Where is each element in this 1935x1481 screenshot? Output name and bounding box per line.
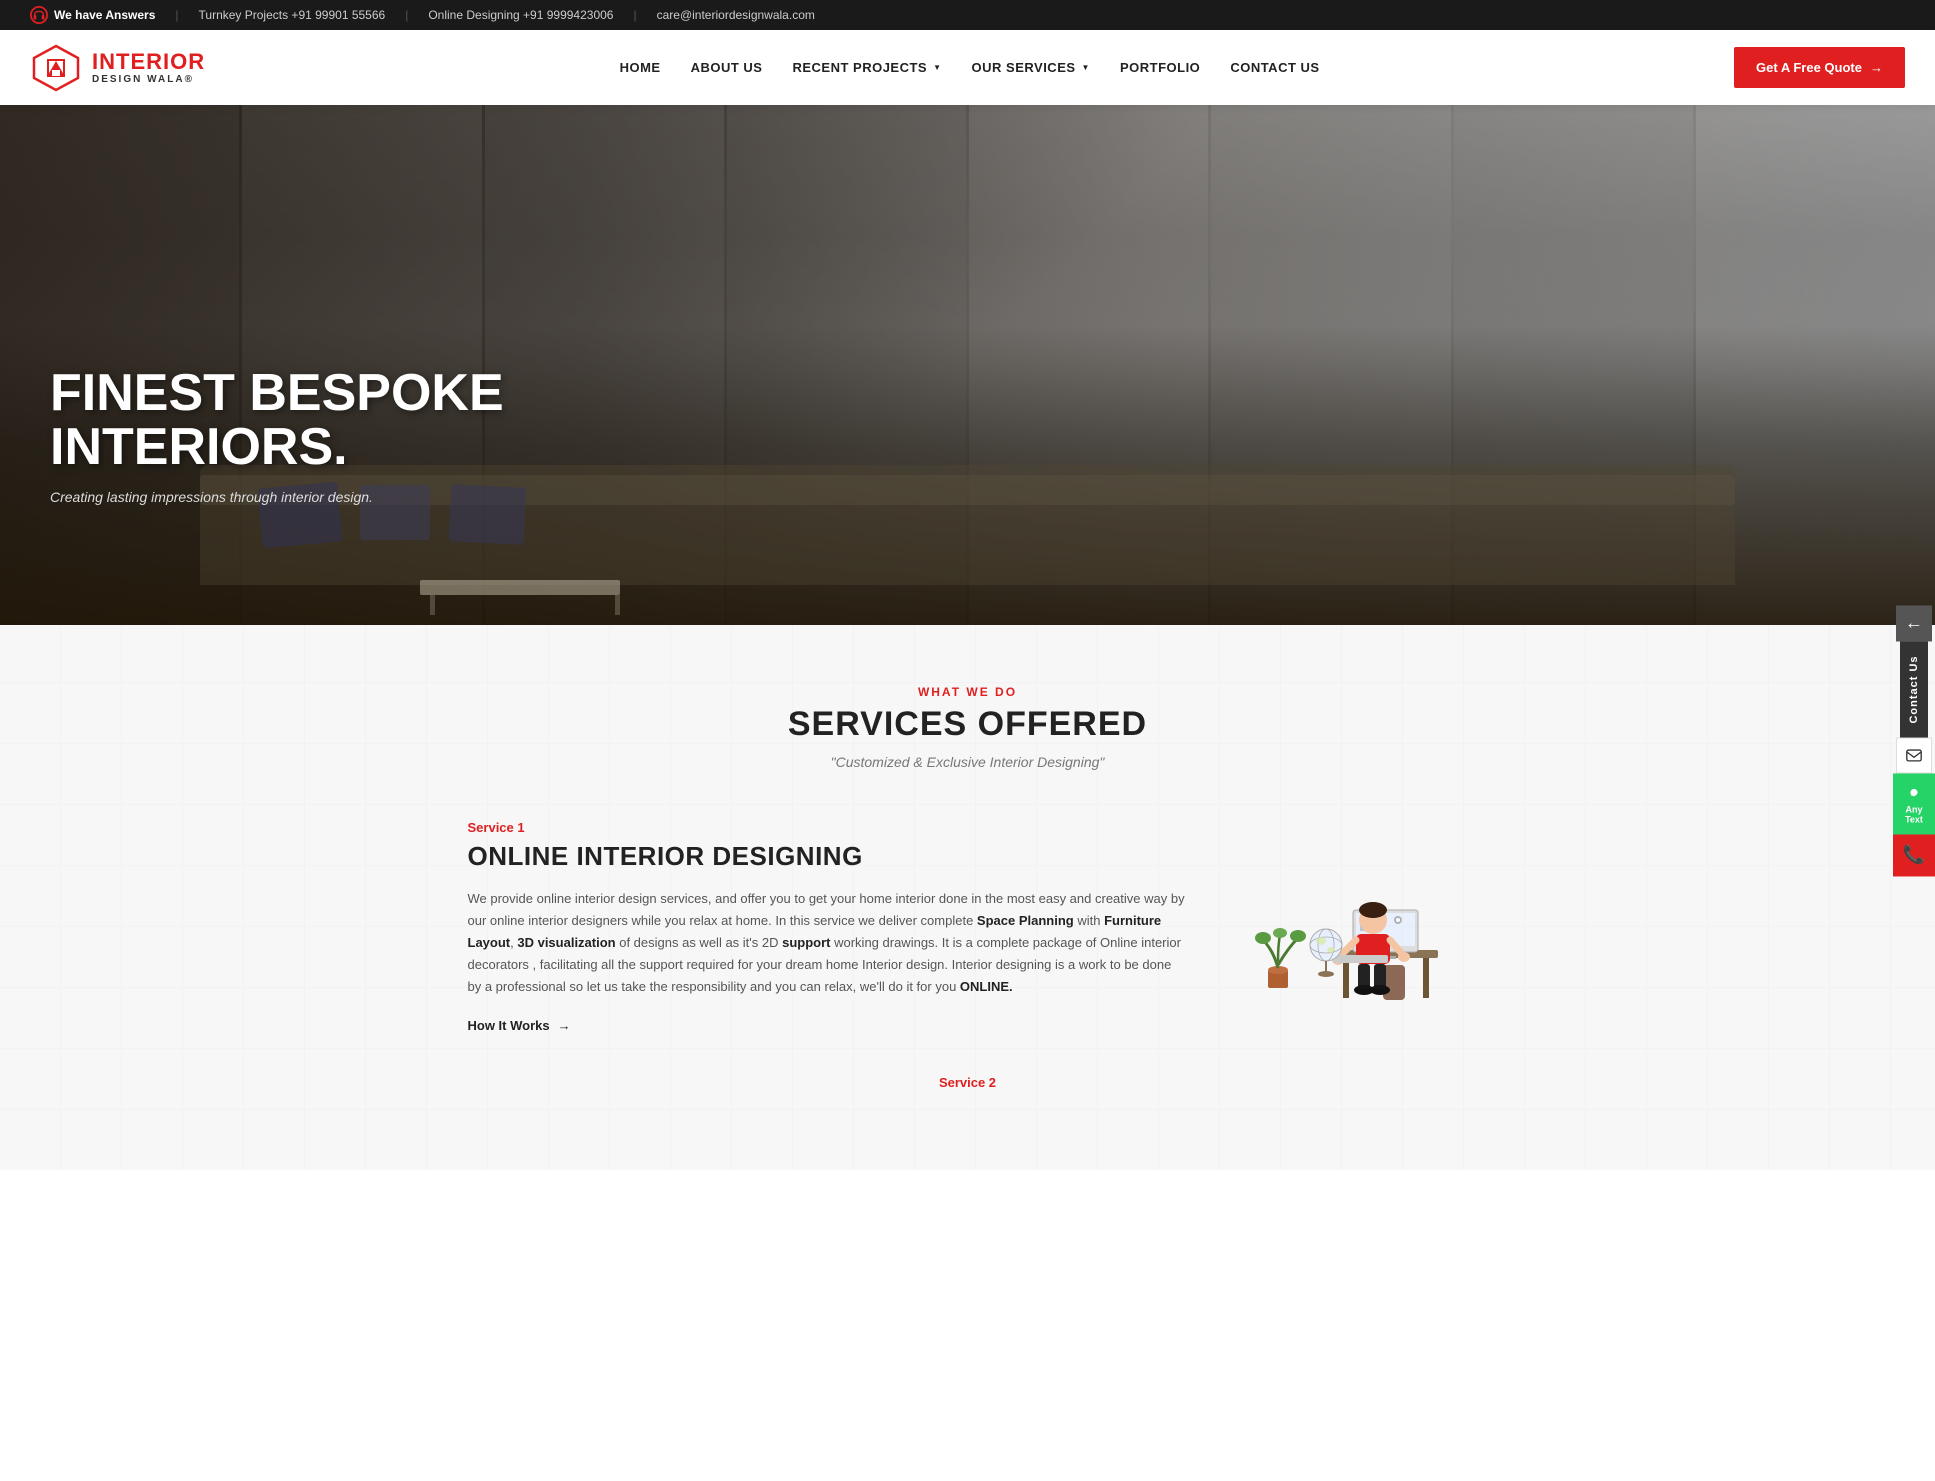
hero-subtitle: Creating lasting impressions through int… [50, 489, 504, 505]
nav-projects[interactable]: RECENT PROJECTS ▼ [792, 60, 941, 75]
hero-section: FINEST BESPOKE INTERIORS. Creating lasti… [0, 105, 1935, 625]
we-have-answers-label: We have Answers [30, 6, 155, 24]
nav-services[interactable]: OUR SERVICES ▼ [972, 60, 1090, 75]
hero-title: FINEST BESPOKE INTERIORS. [50, 366, 504, 475]
logo-text: INTERIOR DESIGN WALA® [92, 50, 205, 85]
services-section: WHAT WE DO SERVICES OFFERED "Customized … [0, 625, 1935, 1170]
navbar: INTERIOR DESIGN WALA® HOME ABOUT US RECE… [0, 30, 1935, 105]
nav-about[interactable]: ABOUT US [691, 60, 763, 75]
sidebar-phone-button[interactable]: 📞 [1893, 834, 1935, 876]
online-design-illustration [1238, 820, 1458, 1020]
coffee-table-top [420, 580, 620, 595]
service2-label: Service 2 [60, 1075, 1875, 1090]
headphone-icon [30, 6, 48, 24]
sidebar-whatsapp-button[interactable]: Any Text [1893, 773, 1935, 834]
service1-description: We provide online interior design servic… [468, 888, 1188, 998]
service1-row: Service 1 ONLINE INTERIOR DESIGNING We p… [468, 820, 1468, 1035]
nav-home[interactable]: HOME [620, 60, 661, 75]
nav-links: HOME ABOUT US RECENT PROJECTS ▼ OUR SERV… [620, 60, 1320, 75]
services-subtitle: "Customized & Exclusive Interior Designi… [60, 754, 1875, 770]
email-link[interactable]: care@interiordesignwala.com [657, 8, 815, 22]
logo-icon [30, 42, 82, 94]
logo[interactable]: INTERIOR DESIGN WALA® [30, 42, 205, 94]
phone1-link[interactable]: Turnkey Projects +91 99901 55566 [199, 8, 386, 22]
service1-number: Service 1 [468, 820, 1188, 835]
hero-content: FINEST BESPOKE INTERIORS. Creating lasti… [50, 366, 504, 505]
whatsapp-icon [1905, 783, 1923, 801]
service1-title: ONLINE INTERIOR DESIGNING [468, 841, 1188, 872]
nav-portfolio[interactable]: PORTFOLIO [1120, 60, 1200, 75]
service1-illustration [1228, 820, 1468, 1020]
nav-contact[interactable]: CONTACT US [1230, 60, 1319, 75]
how-it-works-link[interactable]: How It Works → [468, 1018, 571, 1033]
what-we-do-label: WHAT WE DO [60, 685, 1875, 699]
sidebar-contact-widget: ← Contact Us Any Text 📞 [1893, 605, 1935, 876]
sidebar-contact-tab[interactable]: Contact Us [1900, 641, 1928, 737]
table-leg-left [430, 595, 435, 615]
message-icon [1905, 746, 1923, 764]
chevron-down-icon: ▼ [1082, 63, 1090, 72]
services-header: WHAT WE DO SERVICES OFFERED "Customized … [60, 685, 1875, 770]
top-bar: We have Answers | Turnkey Projects +91 9… [0, 0, 1935, 30]
table-leg-right [615, 595, 620, 615]
get-quote-button[interactable]: Get A Free Quote → [1734, 47, 1905, 88]
chevron-down-icon: ▼ [933, 63, 941, 72]
sidebar-arrow-button[interactable]: ← [1896, 605, 1932, 641]
services-section-title: SERVICES OFFERED [60, 705, 1875, 744]
sidebar-message-icon[interactable] [1896, 737, 1932, 773]
service1-content: Service 1 ONLINE INTERIOR DESIGNING We p… [468, 820, 1188, 1035]
phone2-link[interactable]: Online Designing +91 9999423006 [428, 8, 613, 22]
